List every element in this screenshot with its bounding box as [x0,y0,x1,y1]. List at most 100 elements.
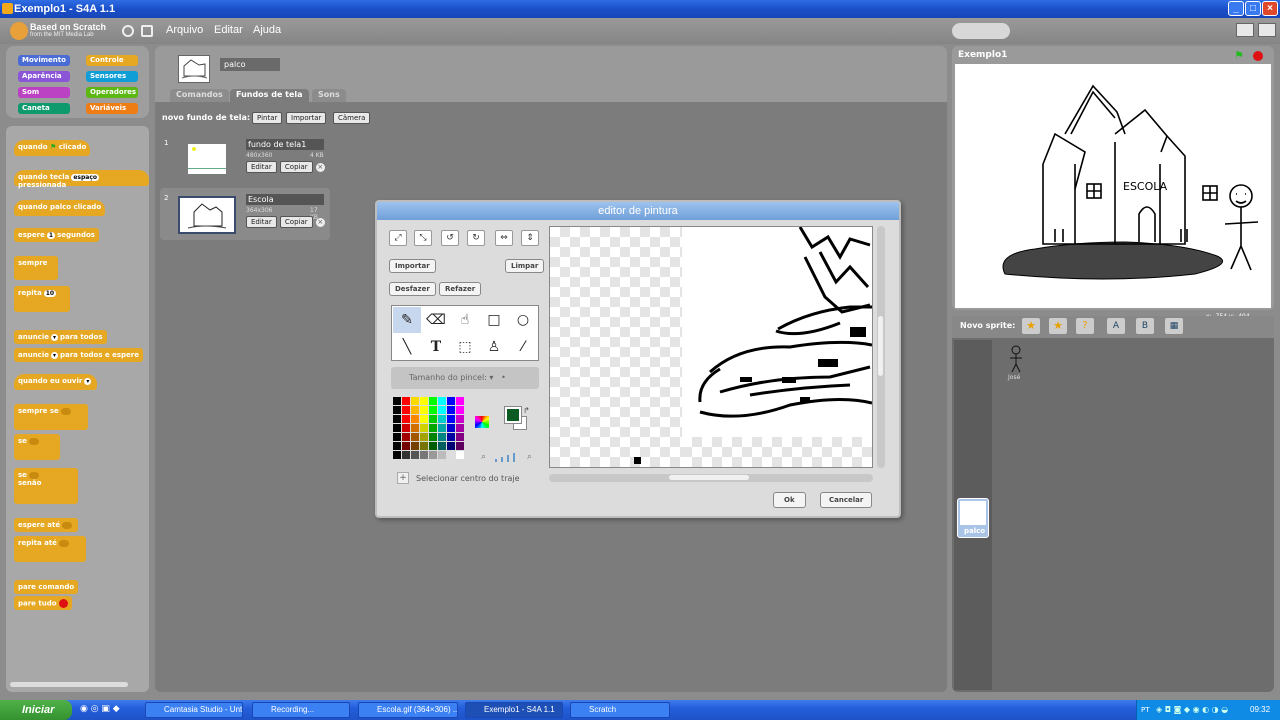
color-swatch[interactable] [429,424,437,432]
foreground-color-swatch[interactable] [504,406,522,424]
category-som[interactable]: Som [18,87,70,98]
menu-ajuda[interactable]: Ajuda [253,24,281,36]
color-swatch[interactable] [393,397,401,405]
color-swatch[interactable] [402,451,410,459]
color-swatch[interactable] [438,397,446,405]
palette-scrollbar[interactable] [10,682,128,687]
scrollbar-thumb[interactable] [878,316,883,376]
color-swatch[interactable] [411,406,419,414]
quick-launch[interactable]: ◉ ◎ ▣ ◆ [80,704,140,716]
tab-sons[interactable]: Sons [312,89,346,102]
category-controle[interactable]: Controle [86,55,138,66]
costume-item[interactable]: 1 fundo de tela1 480x360 4 KB Editar Cop… [164,139,326,183]
color-swatch[interactable] [456,424,464,432]
color-swatch[interactable] [402,424,410,432]
category-caneta[interactable]: Caneta [18,103,70,114]
paint-sprite-icon[interactable]: ★ [1022,318,1040,334]
color-swatch[interactable] [402,415,410,423]
color-swatch[interactable] [420,451,428,459]
color-swatch[interactable] [393,406,401,414]
eraser-icon[interactable]: ⌫ [422,307,450,333]
maximize-button[interactable]: □ [1245,1,1261,16]
color-swatch[interactable] [447,397,455,405]
block-when-stage-clicked[interactable]: quando palco clicado [14,200,106,216]
color-swatch[interactable] [438,442,446,450]
color-swatch[interactable] [393,415,401,423]
message-dropdown[interactable]: ▾ [84,378,92,385]
color-swatch[interactable] [420,433,428,441]
swap-colors-icon[interactable]: ↱ [523,406,530,415]
fill-bucket-icon[interactable]: ☝ [451,307,479,333]
category-operadores[interactable]: Operadores [86,87,138,98]
zoom-icon[interactable]: ⌕ [481,452,486,462]
color-swatch[interactable] [402,406,410,414]
zoom-in-icon[interactable]: ⤢ [389,230,407,246]
color-swatch[interactable] [447,415,455,423]
block-wait-until[interactable]: espere até [14,518,79,532]
category-movimento[interactable]: Movimento [18,55,70,66]
zoom-out-icon[interactable]: ⌕ [527,452,532,462]
color-swatch[interactable] [420,397,428,405]
task-escola-gif[interactable]: Escola.gif (364×306) ... [358,702,458,718]
key-dropdown[interactable]: espaço [71,174,99,181]
color-swatch[interactable] [447,424,455,432]
tray-icons[interactable]: ◈ ◘ ◙ ◆ ◉ ◐ ◑ ◒ [1156,705,1228,714]
costume-name[interactable]: fundo de tela1 [246,139,324,150]
brush-size-selector[interactable]: Tamanho do pincel: ▾ • [391,367,539,389]
start-button[interactable]: Iniciar [0,700,72,720]
block-when-flag-clicked[interactable]: quando ⚑ clicado [14,140,91,156]
color-swatch[interactable] [438,415,446,423]
block-forever[interactable]: sempre [14,256,58,280]
color-swatch[interactable] [438,433,446,441]
ok-button[interactable]: Ok [773,492,806,508]
undo-button[interactable]: Desfazer [389,282,436,296]
camera-button[interactable]: Câmera [333,112,371,124]
rectangle-icon[interactable]: □ [480,307,508,333]
color-swatch[interactable] [429,406,437,414]
costume-item-selected[interactable]: 2 Escola 364x306 17 KB Editar Copiar × [164,194,326,238]
arduino-sprite-icon[interactable]: A [1107,318,1125,334]
globe-icon[interactable] [122,25,134,37]
eyedropper-icon[interactable]: ⁄ [509,334,537,360]
ellipse-icon[interactable]: ○ [509,307,537,333]
random-sprite-icon[interactable]: ? [1076,318,1094,334]
language-indicator[interactable]: PT [1141,706,1150,714]
tab-comandos[interactable]: Comandos [170,89,229,102]
copy-costume-button[interactable]: Copiar [279,216,313,228]
block-broadcast[interactable]: anuncie ▾ para todos [14,330,107,344]
stage-size-toggle[interactable] [952,23,1010,39]
color-swatch[interactable] [429,451,437,459]
color-swatch[interactable] [393,433,401,441]
object-name-field[interactable]: palco [220,58,280,71]
color-swatch[interactable] [402,433,410,441]
paint-button[interactable]: Pintar [252,112,283,124]
menu-editar[interactable]: Editar [214,24,243,36]
color-swatch[interactable] [420,442,428,450]
color-swatch[interactable] [438,451,446,459]
delete-costume-icon[interactable]: × [315,218,325,227]
color-swatch[interactable] [393,442,401,450]
stop-icon[interactable] [1253,51,1263,61]
color-swatch[interactable] [456,397,464,405]
paint-canvas[interactable] [549,226,873,468]
color-swatch[interactable] [393,424,401,432]
color-swatch[interactable] [429,433,437,441]
copy-costume-button[interactable]: Copiar [279,161,313,173]
category-aparencia[interactable]: Aparência [18,71,70,82]
color-swatch[interactable] [411,433,419,441]
block-if-else[interactable]: se senão [14,468,78,504]
block-broadcast-and-wait[interactable]: anuncie ▾ para todos e espere [14,348,143,362]
condition-slot[interactable] [28,438,40,445]
color-swatch[interactable] [456,433,464,441]
dialog-title[interactable]: editor de pintura [377,202,899,220]
save-disk-icon[interactable] [141,25,153,37]
block-stop-script[interactable]: pare comando [14,580,79,594]
color-swatch[interactable] [420,415,428,423]
color-swatch[interactable] [456,451,464,459]
condition-slot[interactable] [58,540,70,547]
color-swatch[interactable] [420,424,428,432]
canvas-horizontal-scrollbar[interactable] [549,474,873,482]
color-swatch[interactable] [456,415,464,423]
text-icon[interactable]: T [422,334,450,360]
block-repeat[interactable]: repita 10 [14,286,70,312]
